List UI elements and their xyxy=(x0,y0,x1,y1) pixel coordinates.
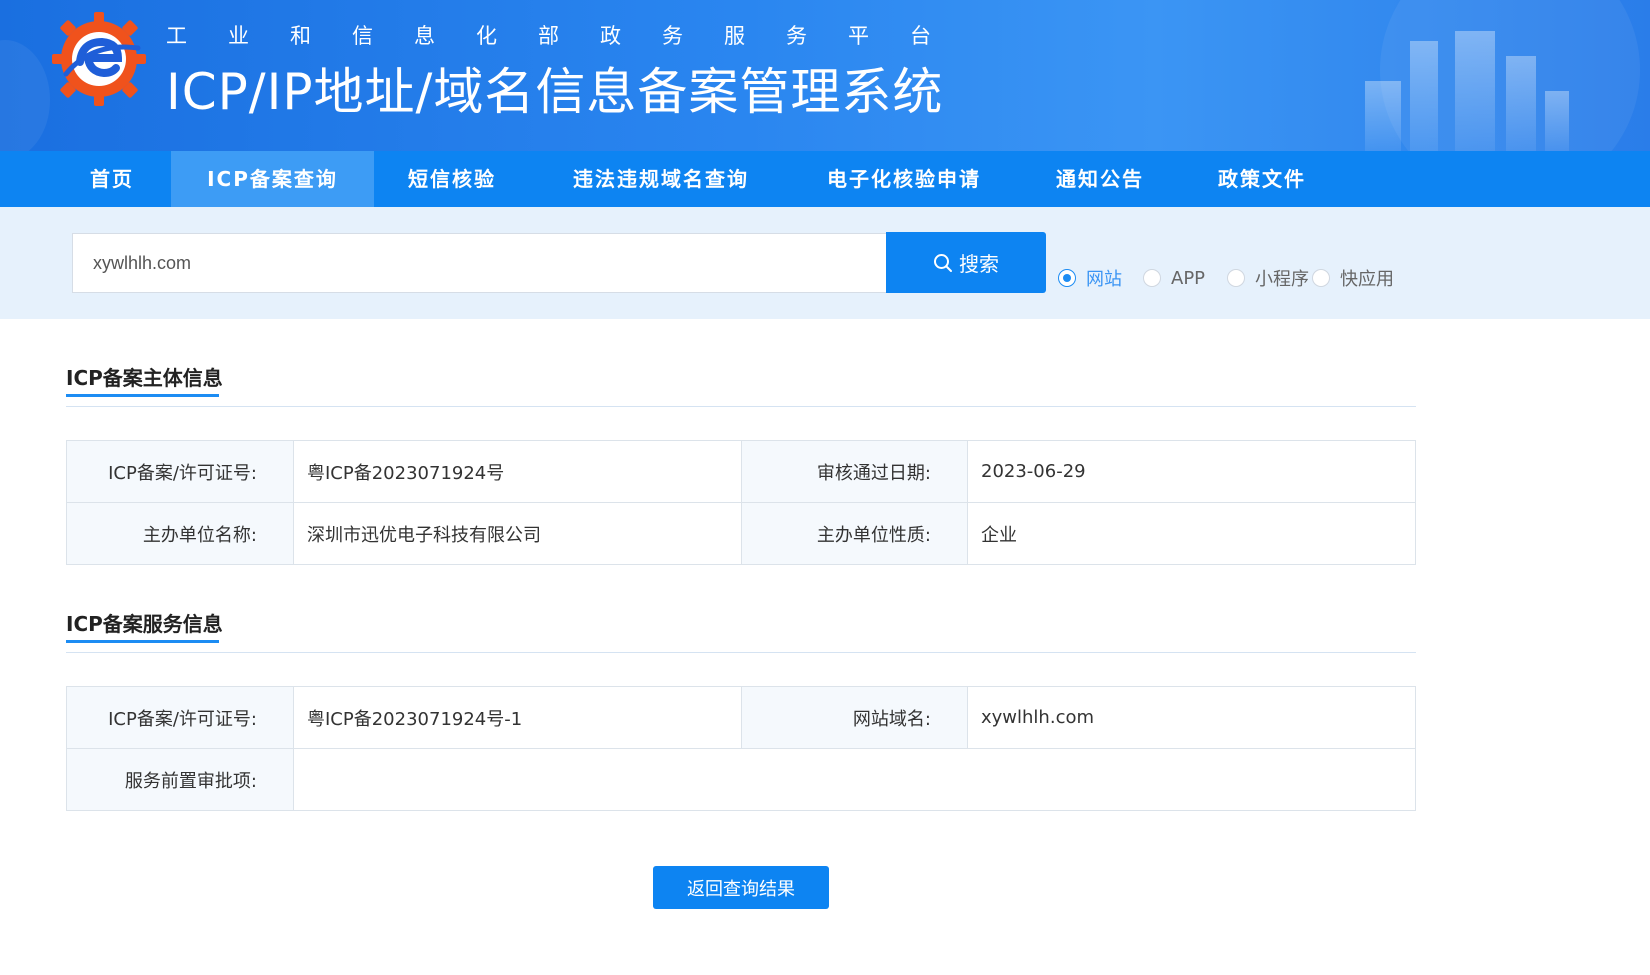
radio-app[interactable]: APP xyxy=(1143,265,1205,291)
table-row: ICP备案/许可证号: 粤ICP备2023071924号 审核通过日期: 202… xyxy=(66,440,1416,503)
label-approval-date: 审核通过日期: xyxy=(741,440,968,503)
section-divider xyxy=(66,406,1416,407)
radio-dot xyxy=(1143,269,1161,287)
banner-decoration xyxy=(0,40,50,151)
radio-dot xyxy=(1312,269,1330,287)
label-service-license-no: ICP备案/许可证号: xyxy=(66,686,294,749)
nav-item-notices[interactable]: 通知公告 xyxy=(1040,151,1160,207)
table-row: ICP备案/许可证号: 粤ICP备2023071924号-1 网站域名: xyw… xyxy=(66,686,1416,749)
section-title-subject: ICP备案主体信息 xyxy=(66,366,223,390)
banner-decoration xyxy=(1455,31,1495,151)
radio-label: 快应用 xyxy=(1340,269,1394,290)
page-title: ICP/IP地址/域名信息备案管理系统 xyxy=(166,63,944,121)
table-row: 主办单位名称: 深圳市迅优电子科技有限公司 主办单位性质: 企业 xyxy=(66,502,1416,565)
main-nav: 首页 ICP备案查询 短信核验 违法违规域名查询 电子化核验申请 通知公告 政策… xyxy=(0,151,1650,207)
back-to-results-button[interactable]: 返回查询结果 xyxy=(653,866,829,909)
radio-label: 网站 xyxy=(1086,269,1122,290)
search-button-label: 搜索 xyxy=(959,254,999,276)
label-organizer-name: 主办单位名称: xyxy=(66,502,294,565)
nav-item-sms-verify[interactable]: 短信核验 xyxy=(390,151,514,207)
search-area: 搜索 网站 APP 小程序 快应用 xyxy=(0,207,1650,319)
value-service-license-no: 粤ICP备2023071924号-1 xyxy=(293,686,742,749)
header-subtitle: 工业和信息化部政务服务平台 xyxy=(166,24,972,48)
subject-info-table: ICP备案/许可证号: 粤ICP备2023071924号 审核通过日期: 202… xyxy=(66,440,1416,565)
label-website-domain: 网站域名: xyxy=(741,686,968,749)
radio-label: 小程序 xyxy=(1255,269,1309,290)
value-approval-date: 2023-06-29 xyxy=(967,440,1416,503)
section-underline xyxy=(66,640,219,643)
section-title-service: ICP备案服务信息 xyxy=(66,612,223,636)
service-info-table: ICP备案/许可证号: 粤ICP备2023071924号-1 网站域名: xyw… xyxy=(66,686,1416,811)
search-input[interactable] xyxy=(72,233,886,293)
value-license-no: 粤ICP备2023071924号 xyxy=(293,440,742,503)
nav-item-policy[interactable]: 政策文件 xyxy=(1202,151,1322,207)
label-license-no: ICP备案/许可证号: xyxy=(66,440,294,503)
value-organizer-name: 深圳市迅优电子科技有限公司 xyxy=(293,502,742,565)
label-organizer-type: 主办单位性质: xyxy=(741,502,968,565)
search-icon xyxy=(934,253,952,272)
nav-item-e-verify[interactable]: 电子化核验申请 xyxy=(806,151,1002,207)
site-logo xyxy=(52,12,146,106)
section-divider xyxy=(66,652,1416,653)
radio-dot xyxy=(1058,269,1076,287)
value-pre-approval xyxy=(293,748,1416,811)
value-organizer-type: 企业 xyxy=(967,502,1416,565)
banner-decoration xyxy=(1410,41,1438,151)
banner-decoration xyxy=(1365,81,1401,151)
radio-quick-app[interactable]: 快应用 xyxy=(1312,265,1394,291)
value-website-domain: xywlhlh.com xyxy=(967,686,1416,749)
radio-mini-program[interactable]: 小程序 xyxy=(1227,265,1309,291)
banner-decoration xyxy=(1545,91,1569,151)
radio-label: APP xyxy=(1171,267,1206,289)
section-underline xyxy=(66,394,219,397)
radio-dot xyxy=(1227,269,1245,287)
search-button[interactable]: 搜索 xyxy=(886,232,1046,293)
nav-item-icp-query[interactable]: ICP备案查询 xyxy=(171,151,374,207)
nav-item-illegal-domain[interactable]: 违法违规域名查询 xyxy=(556,151,766,207)
radio-website[interactable]: 网站 xyxy=(1058,265,1122,291)
label-pre-approval: 服务前置审批项: xyxy=(66,748,294,811)
nav-item-home[interactable]: 首页 xyxy=(64,151,160,207)
header-banner: 工业和信息化部政务服务平台 ICP/IP地址/域名信息备案管理系统 xyxy=(0,0,1650,151)
table-row: 服务前置审批项: xyxy=(66,748,1416,811)
banner-decoration xyxy=(1506,56,1536,151)
